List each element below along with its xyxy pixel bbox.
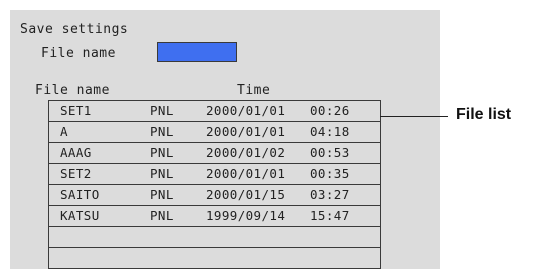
file-type-cell: PNL xyxy=(150,145,174,160)
file-time-cell: 15:47 xyxy=(310,208,350,223)
file-name-input[interactable] xyxy=(157,42,237,62)
file-name-cell: AAAG xyxy=(60,145,92,160)
save-settings-panel: Save settings File name File name Time S… xyxy=(10,10,440,269)
file-date-cell: 2000/01/01 xyxy=(206,124,286,139)
file-date-cell: 1999/09/14 xyxy=(206,208,286,223)
file-list[interactable]: SET1 PNL 2000/01/01 00:26 A PNL 2000/01/01 04:1… xyxy=(48,100,381,269)
file-name-cell: SET2 xyxy=(60,166,92,181)
file-type-cell: PNL xyxy=(150,187,174,202)
file-list-row[interactable]: KATSU PNL 1999/09/14 15:47 xyxy=(49,206,380,227)
file-date-cell: 2000/01/02 xyxy=(206,145,286,160)
file-list-row[interactable] xyxy=(49,248,380,269)
file-type-cell: PNL xyxy=(150,208,174,223)
file-date-cell: 2000/01/01 xyxy=(206,166,286,181)
file-list-row[interactable] xyxy=(49,227,380,248)
file-date-cell: 2000/01/15 xyxy=(206,187,286,202)
column-header-time: Time xyxy=(237,83,271,98)
file-time-cell: 00:26 xyxy=(310,103,350,118)
column-header-file-name: File name xyxy=(35,83,110,98)
file-name-label: File name xyxy=(41,46,116,61)
file-list-row[interactable]: AAAG PNL 2000/01/02 00:53 xyxy=(49,143,380,164)
file-time-cell: 03:27 xyxy=(310,187,350,202)
file-list-row[interactable]: A PNL 2000/01/01 04:18 xyxy=(49,122,380,143)
callout-leader-line xyxy=(380,116,448,117)
file-name-cell: SAITO xyxy=(60,187,100,202)
file-name-cell: KATSU xyxy=(60,208,100,223)
file-list-row[interactable]: SAITO PNL 2000/01/15 03:27 xyxy=(49,185,380,206)
file-list-row[interactable]: SET2 PNL 2000/01/01 00:35 xyxy=(49,164,380,185)
callout-file-list-label: File list xyxy=(456,106,512,123)
file-list-row[interactable]: SET1 PNL 2000/01/01 00:26 xyxy=(49,101,380,122)
file-type-cell: PNL xyxy=(150,166,174,181)
panel-title: Save settings xyxy=(20,22,129,37)
file-name-cell: SET1 xyxy=(60,103,92,118)
file-type-cell: PNL xyxy=(150,124,174,139)
file-time-cell: 04:18 xyxy=(310,124,350,139)
file-time-cell: 00:53 xyxy=(310,145,350,160)
file-date-cell: 2000/01/01 xyxy=(206,103,286,118)
file-time-cell: 00:35 xyxy=(310,166,350,181)
file-type-cell: PNL xyxy=(150,103,174,118)
file-name-cell: A xyxy=(60,124,68,139)
